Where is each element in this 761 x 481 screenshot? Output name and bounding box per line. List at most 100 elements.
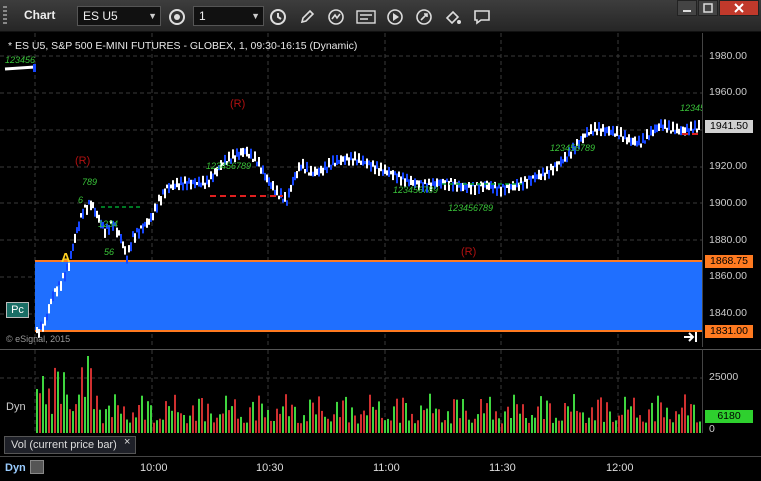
pc-badge[interactable]: Pc bbox=[6, 302, 29, 318]
volume-bar bbox=[531, 415, 533, 433]
volume-bar bbox=[471, 422, 473, 433]
volume-bar bbox=[354, 415, 356, 433]
candle bbox=[646, 129, 648, 139]
volume-bar bbox=[564, 403, 566, 433]
interval-settings-icon[interactable] bbox=[166, 6, 188, 27]
lock-icon[interactable] bbox=[30, 460, 44, 474]
volume-bar bbox=[36, 389, 38, 433]
volume-bar bbox=[168, 406, 170, 433]
volume-bar bbox=[540, 396, 542, 433]
volume-bar bbox=[525, 418, 527, 433]
svg-text:12345: 12345 bbox=[680, 103, 702, 113]
candle bbox=[694, 120, 696, 131]
volume-axis[interactable]: 25000 6180 0 bbox=[702, 349, 761, 435]
candle bbox=[358, 153, 360, 163]
price-chart-pane[interactable]: 123456 789 6 1234 56 123456789 123456789 1234… bbox=[0, 33, 702, 347]
candle bbox=[560, 156, 562, 167]
candle bbox=[634, 136, 636, 146]
candle bbox=[204, 182, 206, 189]
volume-bar bbox=[399, 422, 401, 433]
volume-bar bbox=[72, 411, 74, 433]
paint-icon[interactable] bbox=[442, 6, 464, 27]
chevron-down-icon[interactable]: ▼ bbox=[251, 7, 260, 25]
minimize-button[interactable] bbox=[677, 0, 697, 16]
candle bbox=[162, 189, 164, 195]
svg-text:123456789: 123456789 bbox=[393, 185, 438, 195]
candle bbox=[584, 133, 586, 138]
close-button[interactable] bbox=[719, 0, 759, 16]
symbol-combo[interactable]: ES U5 ▼ bbox=[77, 6, 161, 26]
volume-pane[interactable] bbox=[0, 349, 702, 433]
candle bbox=[448, 180, 450, 191]
candle bbox=[392, 170, 394, 181]
candle bbox=[200, 182, 202, 188]
candle bbox=[248, 153, 250, 159]
chevron-down-icon[interactable]: ▼ bbox=[148, 7, 157, 25]
volume-bar bbox=[360, 414, 362, 433]
candle bbox=[252, 158, 254, 162]
candle bbox=[382, 169, 384, 176]
candle bbox=[468, 182, 470, 188]
candle bbox=[154, 203, 156, 212]
volume-bar bbox=[447, 411, 449, 433]
volume-bar bbox=[405, 403, 407, 433]
candle bbox=[196, 182, 198, 186]
time-axis[interactable]: Dyn 10:00 10:30 11:00 11:30 12:00 bbox=[0, 456, 761, 481]
volume-bar bbox=[459, 418, 461, 433]
candle bbox=[354, 151, 356, 161]
volume-study-tab[interactable]: Vol (current price bar) bbox=[4, 436, 136, 454]
volume-bar bbox=[357, 423, 359, 433]
candle bbox=[682, 126, 684, 134]
pencil-icon[interactable] bbox=[296, 6, 318, 27]
candle bbox=[184, 176, 186, 184]
candle bbox=[150, 213, 152, 222]
comment-icon[interactable] bbox=[471, 6, 493, 27]
candle bbox=[540, 173, 542, 180]
clock-icon[interactable] bbox=[267, 6, 289, 27]
dyn-mode-button[interactable]: Dyn bbox=[5, 462, 26, 474]
candle bbox=[164, 188, 166, 199]
candle bbox=[550, 163, 552, 171]
price-axis[interactable]: 1980.00 1960.00 1940.00 1920.00 1900.00 … bbox=[702, 33, 761, 347]
chart-title: * ES U5, S&P 500 E-MINI FUTURES - GLOBEX… bbox=[8, 40, 358, 52]
link-icon[interactable] bbox=[413, 6, 435, 27]
candle bbox=[356, 159, 358, 166]
play-icon[interactable] bbox=[384, 6, 406, 27]
volume-bar bbox=[192, 405, 194, 433]
candle bbox=[478, 184, 480, 194]
interval-combo[interactable]: 1 ▼ bbox=[193, 6, 264, 26]
expand-arrow-icon[interactable] bbox=[683, 331, 699, 343]
candle bbox=[542, 167, 544, 177]
volume-bar bbox=[363, 410, 365, 433]
volume-bar bbox=[252, 401, 254, 433]
volume-bar bbox=[87, 356, 89, 433]
candle bbox=[134, 233, 136, 243]
candle bbox=[116, 227, 118, 238]
volume-bar bbox=[195, 420, 197, 433]
candle bbox=[238, 151, 240, 160]
volume-bar bbox=[285, 394, 287, 433]
volume-bar bbox=[315, 414, 317, 433]
volume-bar bbox=[420, 405, 422, 433]
chart-toolbar: Chart ES U5 ▼ 1 ▼ bbox=[0, 0, 761, 32]
volume-bar bbox=[669, 419, 671, 433]
candle bbox=[522, 181, 524, 191]
volume-bar bbox=[78, 394, 80, 433]
candle bbox=[380, 162, 382, 172]
studies-icon[interactable] bbox=[355, 6, 377, 27]
candle bbox=[532, 175, 534, 179]
candle bbox=[394, 171, 396, 176]
interval-value: 1 bbox=[199, 9, 206, 23]
maximize-button[interactable] bbox=[698, 0, 718, 16]
close-icon[interactable]: × bbox=[124, 436, 130, 448]
candle bbox=[318, 167, 320, 177]
toolbar-grip[interactable] bbox=[3, 6, 7, 26]
r-label: (R) bbox=[230, 98, 245, 110]
volume-bar bbox=[294, 406, 296, 433]
candle bbox=[322, 167, 324, 176]
volume-bar bbox=[96, 395, 98, 433]
volume-bar bbox=[69, 409, 71, 433]
indicator-icon[interactable] bbox=[325, 6, 347, 27]
close-icon bbox=[734, 3, 744, 13]
volume-bar bbox=[216, 417, 218, 433]
